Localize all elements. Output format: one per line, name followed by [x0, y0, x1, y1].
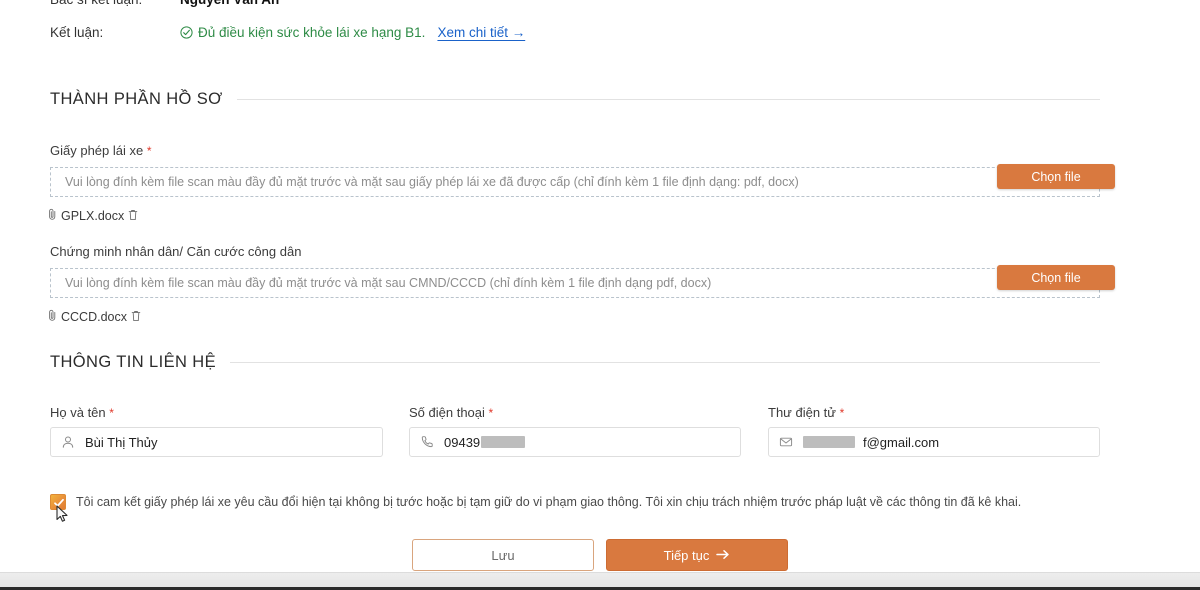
upload-label-license-text: Giấy phép lái xe: [50, 143, 144, 158]
form-actions: Lưu Tiếp tục: [0, 539, 1200, 571]
upload-label-id: Chứng minh nhân dân/ Căn cước công dân: [50, 244, 301, 259]
email-value: f@gmail.com: [803, 435, 939, 450]
required-marker: *: [109, 406, 114, 420]
field-email: Thư điện tử * f@gmail.com: [768, 405, 1100, 457]
field-full-name: Họ và tên * Bùi Thị Thủy: [50, 405, 383, 457]
phone-label: Số điện thoại *: [409, 405, 741, 420]
email-label: Thư điện tử *: [768, 405, 1100, 420]
trash-icon[interactable]: [128, 209, 138, 224]
user-icon: [61, 435, 75, 449]
save-button[interactable]: Lưu: [412, 539, 594, 571]
upload-dropzone-license[interactable]: Vui lòng đính kèm file scan màu đầy đủ m…: [50, 164, 1115, 197]
mail-icon: [779, 435, 793, 449]
continue-button-label: Tiếp tục: [663, 547, 710, 563]
continue-button[interactable]: Tiếp tục: [606, 539, 788, 571]
arrow-right-icon: [716, 548, 730, 563]
attached-file-name-id[interactable]: CCCD.docx: [61, 310, 127, 324]
required-marker: *: [146, 144, 152, 158]
upload-dropzone-id[interactable]: Vui lòng đính kèm file scan màu đầy đủ m…: [50, 265, 1115, 298]
phone-value: 09439: [444, 434, 526, 450]
email-label-text: Thư điện tử: [768, 405, 836, 420]
email-input[interactable]: f@gmail.com: [768, 427, 1100, 457]
section-header-contact: THÔNG TIN LIÊN HỆ: [50, 353, 1100, 372]
attached-file-name-license[interactable]: GPLX.docx: [61, 209, 124, 223]
upload-label-license: Giấy phép lái xe *: [50, 143, 152, 158]
conclusion-row: Kết luận: Đủ điều kiện sức khỏe lái xe h…: [50, 25, 525, 40]
section-title-contact: THÔNG TIN LIÊN HỆ: [50, 353, 217, 371]
paperclip-icon: [48, 208, 57, 224]
upload-placeholder-license: Vui lòng đính kèm file scan màu đầy đủ m…: [65, 175, 799, 189]
field-phone: Số điện thoại * 09439: [409, 405, 741, 457]
doctor-conclusion-row: Bác sĩ kết luận: Nguyễn Văn An: [50, 0, 279, 7]
section-title-documents: THÀNH PHẦN HỒ SƠ: [50, 90, 223, 108]
required-marker: *: [839, 406, 845, 420]
doctor-conclusion-label: Bác sĩ kết luận:: [50, 0, 180, 7]
check-icon: [54, 498, 64, 507]
page-root: Bác sĩ kết luận: Nguyễn Văn An Kết luận:…: [0, 0, 1200, 590]
full-name-label: Họ và tên *: [50, 405, 383, 420]
consent-row: Tôi cam kết giấy phép lái xe yêu cầu đổi…: [50, 494, 1021, 510]
full-name-value: Bùi Thị Thủy: [85, 434, 158, 450]
consent-checkbox[interactable]: [50, 494, 66, 510]
phone-input[interactable]: 09439: [409, 427, 741, 457]
phone-icon: [420, 435, 434, 449]
section-header-documents: THÀNH PHẦN HỒ SƠ: [50, 90, 1100, 109]
trash-icon[interactable]: [131, 310, 141, 325]
full-name-input[interactable]: Bùi Thị Thủy: [50, 427, 383, 457]
section-divider: [230, 362, 1100, 363]
upload-placeholder-id: Vui lòng đính kèm file scan màu đầy đủ m…: [65, 276, 712, 290]
phone-redaction-block: [481, 436, 526, 448]
conclusion-label: Kết luận:: [50, 25, 104, 40]
upload-label-id-text: Chứng minh nhân dân/ Căn cước công dân: [50, 244, 302, 259]
required-marker: *: [488, 406, 494, 420]
email-redaction-block: [803, 436, 855, 448]
conclusion-status-text: Đủ điều kiện sức khỏe lái xe hạng B1.: [198, 25, 426, 40]
doctor-conclusion-value: Nguyễn Văn An: [180, 0, 279, 7]
consent-text: Tôi cam kết giấy phép lái xe yêu cầu đổi…: [76, 495, 1022, 509]
attached-file-id[interactable]: CCCD.docx: [48, 309, 141, 325]
phone-label-text: Số điện thoại: [409, 405, 485, 420]
attached-file-license[interactable]: GPLX.docx: [48, 208, 138, 224]
paperclip-icon: [48, 309, 57, 325]
email-value-visible: f@gmail.com: [863, 434, 940, 450]
view-detail-link[interactable]: Xem chi tiết →: [437, 25, 525, 40]
section-divider: [236, 99, 1100, 100]
conclusion-status: Đủ điều kiện sức khỏe lái xe hạng B1.: [180, 25, 425, 40]
phone-value-visible: 09439: [444, 434, 481, 450]
circle-check-icon: [180, 26, 193, 39]
choose-file-button-license[interactable]: Chọn file: [997, 164, 1115, 189]
choose-file-button-id[interactable]: Chọn file: [997, 265, 1115, 290]
full-name-label-text: Họ và tên: [50, 405, 106, 420]
